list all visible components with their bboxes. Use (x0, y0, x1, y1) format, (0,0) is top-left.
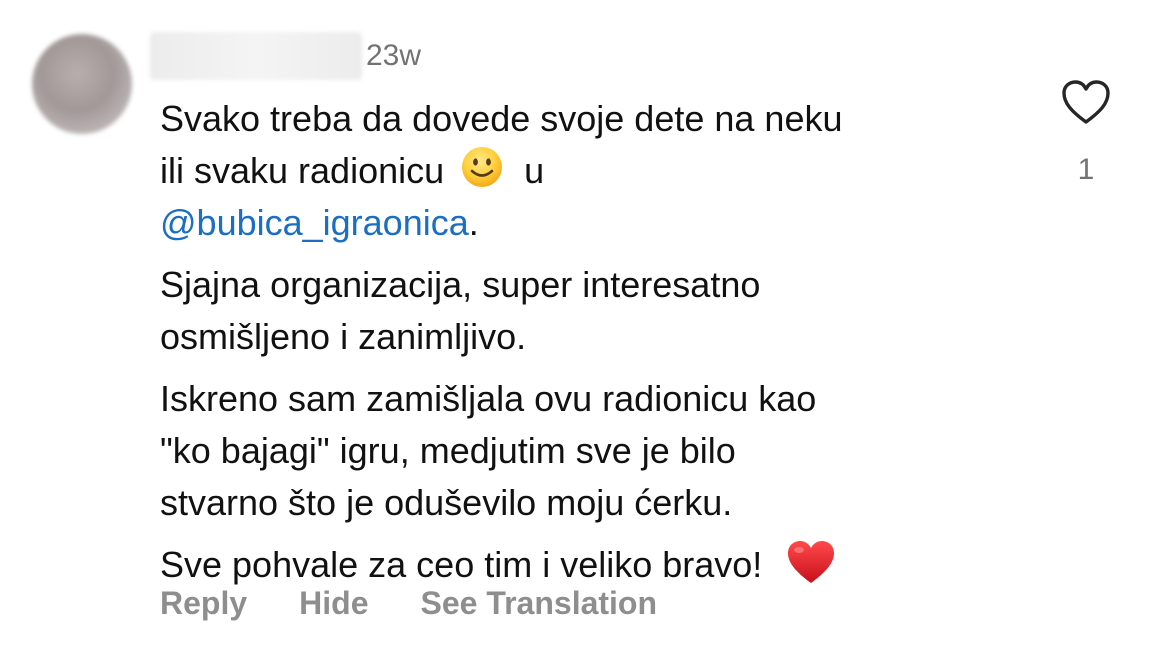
comment-line: Iskreno sam zamišljala ovu radionicu kao (160, 378, 817, 419)
red-heart-emoji (788, 541, 835, 583)
avatar[interactable] (32, 34, 132, 134)
comment-body: Svako treba da dovede svoje dete na neku… (160, 93, 1030, 601)
comment-paragraph-2: Sjajna organizacija, super interesatno o… (160, 259, 1030, 363)
comment-text: ili svaku radionicu (160, 150, 445, 191)
heart-outline-icon[interactable] (1060, 78, 1112, 126)
mention-link[interactable]: @bubica_igraonica (160, 202, 469, 243)
comment-line: "ko bajagi" igru, medjutim sve je bilo (160, 430, 736, 471)
comment-paragraph-1: Svako treba da dovede svoje dete na neku… (160, 93, 1030, 249)
comment-paragraph-3: Iskreno sam zamišljala ovu radionicu kao… (160, 373, 1030, 529)
username-redacted[interactable] (150, 32, 362, 80)
smiling-face-emoji (462, 147, 503, 187)
comment-actions: Reply Hide See Translation (160, 584, 709, 622)
comment-line: ili svaku radionicu u (160, 145, 1030, 197)
reply-button[interactable]: Reply (160, 584, 247, 622)
comment-line: Sjajna organizacija, super interesatno (160, 264, 761, 305)
comment-line: osmišljeno i zanimljivo. (160, 316, 527, 357)
comment-text: . (468, 202, 479, 243)
like-count: 1 (1077, 153, 1095, 186)
comment-timestamp: 23w (366, 39, 422, 72)
comment-line: @bubica_igraonica. (160, 197, 1030, 249)
comment-line: Svako treba da dovede svoje dete na neku (160, 98, 843, 139)
see-translation-button[interactable]: See Translation (420, 584, 657, 622)
hide-button[interactable]: Hide (299, 584, 368, 622)
comment-line: stvarno što je oduševilo moju ćerku. (160, 482, 733, 523)
comment-text: u (524, 150, 545, 191)
comment-text: Sve pohvale za ceo tim i veliko bravo! (160, 544, 763, 585)
